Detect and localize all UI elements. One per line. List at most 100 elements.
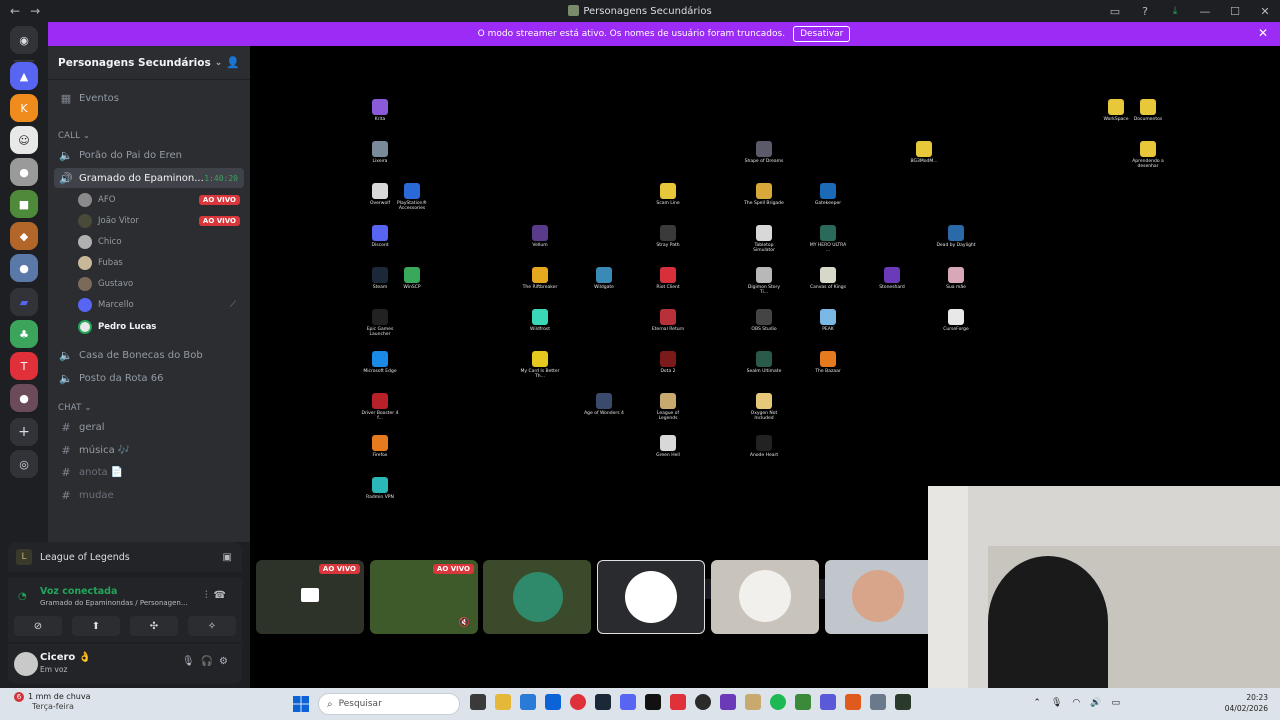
soundboard-button[interactable]: ✧: [188, 616, 236, 636]
username[interactable]: Cicero 👌: [40, 652, 91, 663]
gear-icon[interactable]: ⚙: [219, 656, 234, 667]
task-view-icon[interactable]: [470, 694, 486, 710]
back-arrow-icon[interactable]: ←: [10, 4, 20, 18]
volume-icon[interactable]: 🔊: [1090, 698, 1111, 708]
text-channel[interactable]: # anota 📄: [54, 462, 244, 482]
desktop-icon[interactable]: Microsoft Edge: [360, 351, 400, 374]
maximize-icon[interactable]: ☐: [1220, 0, 1250, 22]
desktop-icon[interactable]: Dead by Daylight: [936, 225, 976, 248]
desktop-icon[interactable]: League of Legends: [648, 393, 688, 421]
minimize-icon[interactable]: —: [1190, 0, 1220, 22]
desktop-icon[interactable]: Radmin VPN: [360, 477, 400, 500]
desktop-icon[interactable]: Vellum: [520, 225, 560, 248]
activity-panel[interactable]: L League of Legends ▣: [8, 542, 242, 572]
spotify-icon[interactable]: [770, 694, 786, 710]
text-channel[interactable]: # música 🎶: [54, 440, 244, 460]
desktop-icon[interactable]: Discord: [360, 225, 400, 248]
server-icon[interactable]: ●: [10, 158, 38, 186]
inbox-icon[interactable]: ▭: [1100, 0, 1130, 22]
folder-icon[interactable]: ▰: [10, 288, 38, 316]
discover-icon[interactable]: ◎: [10, 450, 38, 478]
share-screen-button[interactable]: ⬆: [72, 616, 120, 636]
disconnect-icon[interactable]: ☎: [214, 590, 232, 601]
desktop-icon[interactable]: Eternal Return: [648, 309, 688, 332]
participant-tile[interactable]: [711, 560, 819, 634]
noise-suppression-icon[interactable]: ⫶: [205, 590, 214, 601]
desktop-icon[interactable]: Aprendendo a desenhar: [1128, 141, 1168, 169]
teams-icon[interactable]: [820, 694, 836, 710]
desktop-icon[interactable]: Anode Heart: [744, 435, 784, 458]
desktop-icon[interactable]: Canvas of Kings: [808, 267, 848, 290]
desktop-icon[interactable]: Riot Client: [648, 267, 688, 290]
desktop-icon[interactable]: Scam Line: [648, 183, 688, 206]
category-call[interactable]: CALL ⌄: [58, 131, 90, 141]
desktop-icon[interactable]: Wildfrost: [520, 309, 560, 332]
desktop-icon[interactable]: My Card Is Better Th...: [520, 351, 560, 379]
league-of-legends-icon[interactable]: [745, 694, 761, 710]
desktop-icon[interactable]: Krita: [360, 99, 400, 122]
voice-member[interactable]: Pedro Lucas: [78, 317, 240, 337]
voice-channel[interactable]: 🔈 Porão do Pai do Eren: [54, 145, 244, 165]
desktop-icon[interactable]: Tabletop Simulator: [744, 225, 784, 253]
desktop-icon[interactable]: PEAK: [808, 309, 848, 332]
voice-member[interactable]: João Vitor AO VIVO: [78, 211, 240, 231]
brave-icon[interactable]: [845, 694, 861, 710]
desktop-icon[interactable]: Digimon Story Ti...: [744, 267, 784, 295]
taskbar-search[interactable]: ⌕ Pesquisar: [318, 693, 460, 715]
direct-messages-icon[interactable]: ◉: [10, 26, 38, 54]
desktop-icon[interactable]: Lixeira: [360, 141, 400, 164]
outlook-icon[interactable]: [545, 694, 561, 710]
server-icon[interactable]: ☺: [10, 126, 38, 154]
battery-icon[interactable]: ▭: [1111, 698, 1130, 708]
desktop-icon[interactable]: Firefox: [360, 435, 400, 458]
category-chat[interactable]: CHAT ⌄: [58, 403, 92, 413]
chevron-up-icon[interactable]: ⌃: [1033, 698, 1051, 708]
camera-off-button[interactable]: ⊘: [14, 616, 62, 636]
desktop-icon[interactable]: Sealm Ultimate: [744, 351, 784, 374]
server-icon[interactable]: ■: [10, 190, 38, 218]
server-icon[interactable]: ●: [10, 254, 38, 282]
server-icon[interactable]: T: [10, 352, 38, 380]
voice-member[interactable]: Marcello ⟋: [78, 295, 240, 315]
windows-start-icon[interactable]: [292, 695, 310, 713]
server-icon[interactable]: K: [10, 94, 38, 122]
microphone-icon[interactable]: 🎙: [1051, 698, 1072, 708]
server-icon[interactable]: ▲: [10, 62, 38, 90]
file-explorer-icon[interactable]: [495, 694, 511, 710]
microphone-icon[interactable]: 🎙: [182, 656, 201, 667]
invite-people-icon[interactable]: 👤: [226, 56, 240, 69]
participant-tile[interactable]: [597, 560, 705, 634]
app-icon[interactable]: [895, 694, 911, 710]
discord-icon[interactable]: [620, 694, 636, 710]
participant-tile[interactable]: [483, 560, 591, 634]
voice-status[interactable]: Voz conectada: [40, 586, 117, 597]
headphones-icon[interactable]: 🎧: [201, 656, 219, 667]
weather-widget[interactable]: 61 mm de chuva Terça-feira: [14, 692, 90, 713]
voice-location[interactable]: Gramado do Epaminondas / Personagen...: [40, 599, 190, 607]
app-icon[interactable]: [670, 694, 686, 710]
store-icon[interactable]: [520, 694, 536, 710]
help-icon[interactable]: ?: [1130, 0, 1160, 22]
voice-member[interactable]: Gustavo: [78, 274, 240, 294]
desktop-icon[interactable]: Sua mãe: [936, 267, 976, 290]
desktop-icon[interactable]: Stray Path: [648, 225, 688, 248]
desktop-icon[interactable]: Gatekeeper: [808, 183, 848, 206]
activity-settings-icon[interactable]: ▣: [223, 552, 232, 563]
stream-tile[interactable]: AO VIVO 🔇: [370, 560, 478, 634]
steam-icon[interactable]: [595, 694, 611, 710]
desktop-icon[interactable]: Shape of Dreams: [744, 141, 784, 164]
wifi-icon[interactable]: ◠: [1072, 698, 1090, 708]
events-item[interactable]: ▦ Eventos: [54, 88, 244, 108]
desktop-icon[interactable]: CurseForge: [936, 309, 976, 332]
app-icon[interactable]: [720, 694, 736, 710]
desktop-icon[interactable]: Documentos: [1128, 99, 1168, 122]
voice-member[interactable]: Chico: [78, 232, 240, 252]
server-icon[interactable]: ●: [10, 384, 38, 412]
desktop-icon[interactable]: Driver Booster 4 f...: [360, 393, 400, 421]
desktop-icon[interactable]: Oxygen Not Included: [744, 393, 784, 421]
close-icon[interactable]: ✕: [1258, 26, 1268, 40]
webcam-feed[interactable]: [928, 486, 1280, 688]
voice-channel[interactable]: 🔈 Posto da Rota 66: [54, 368, 244, 388]
activities-button[interactable]: ✣: [130, 616, 178, 636]
desktop-icon[interactable]: Green Hell: [648, 435, 688, 458]
